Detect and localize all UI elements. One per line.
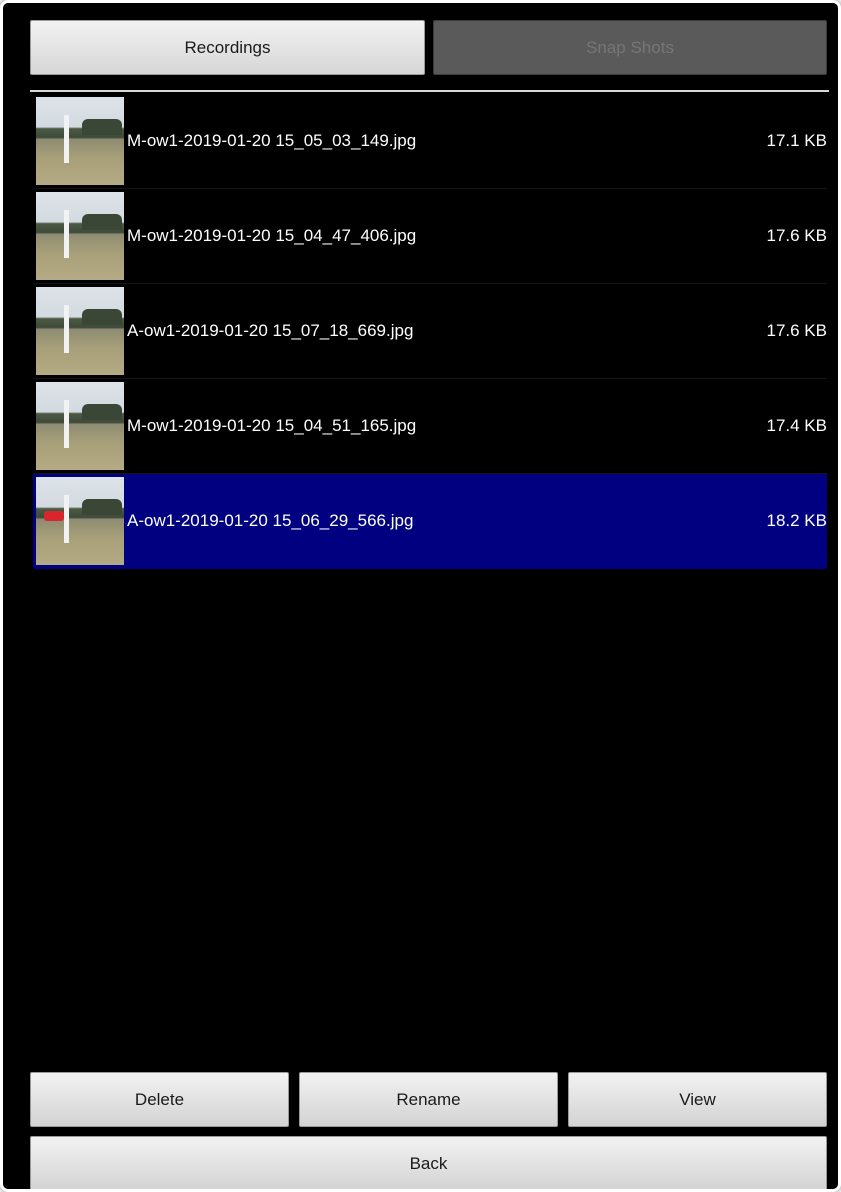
file-size: 17.6 KB [766, 321, 828, 340]
file-name: M-ow1-2019-01-20 15_04_51_165.jpg [127, 416, 417, 435]
file-name: M-ow1-2019-01-20 15_05_03_149.jpg [127, 131, 417, 150]
back-button[interactable]: Back [30, 1136, 827, 1189]
file-name: A-ow1-2019-01-20 15_06_29_566.jpg [127, 511, 414, 530]
file-row-selected[interactable]: A-ow1-2019-01-20 15_06_29_566.jpg 18.2 K… [33, 474, 827, 569]
file-row[interactable]: A-ow1-2019-01-20 15_07_18_669.jpg 17.6 K… [33, 284, 827, 379]
tab-divider [30, 90, 829, 92]
delete-button[interactable]: Delete [30, 1072, 289, 1127]
file-row[interactable]: M-ow1-2019-01-20 15_04_51_165.jpg 17.4 K… [33, 379, 827, 474]
view-button[interactable]: View [568, 1072, 827, 1127]
view-button-label: View [679, 1089, 716, 1109]
file-row[interactable]: M-ow1-2019-01-20 15_04_47_406.jpg 17.6 K… [33, 189, 827, 284]
back-button-label: Back [409, 1153, 448, 1173]
file-name: M-ow1-2019-01-20 15_04_47_406.jpg [127, 226, 417, 245]
file-size: 17.6 KB [766, 226, 828, 245]
tab-snap-shots-label: Snap Shots [586, 37, 674, 57]
file-thumbnail [36, 192, 124, 280]
file-size: 17.1 KB [766, 131, 828, 150]
tab-recordings-label: Recordings [184, 37, 271, 57]
file-thumbnail [36, 382, 124, 470]
delete-button-label: Delete [134, 1089, 185, 1109]
rename-button-label: Rename [396, 1089, 461, 1109]
file-size: 17.4 KB [766, 416, 828, 435]
file-row[interactable]: M-ow1-2019-01-20 15_05_03_149.jpg 17.1 K… [33, 94, 827, 189]
file-thumbnail [36, 287, 124, 375]
tab-recordings[interactable]: Recordings [30, 20, 425, 75]
file-thumbnail [36, 97, 124, 185]
file-list[interactable]: M-ow1-2019-01-20 15_05_03_149.jpg 17.1 K… [33, 94, 827, 569]
file-size: 18.2 KB [766, 511, 828, 530]
app-screen: Recordings Snap Shots M-ow1-2019-01-20 1… [0, 0, 841, 1192]
tab-snap-shots[interactable]: Snap Shots [433, 20, 827, 75]
file-name: A-ow1-2019-01-20 15_07_18_669.jpg [127, 321, 414, 340]
file-thumbnail [36, 477, 124, 565]
rename-button[interactable]: Rename [299, 1072, 558, 1127]
